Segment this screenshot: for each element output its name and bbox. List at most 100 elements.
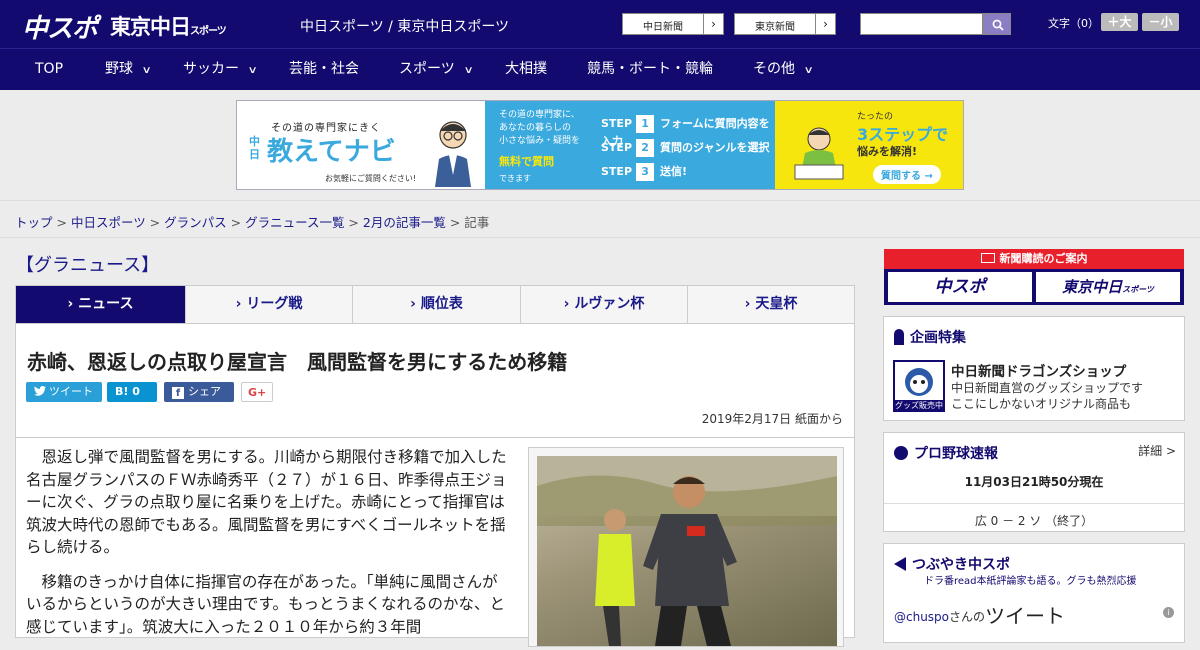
shop-title[interactable]: 中日新聞ドラゴンズショップ	[951, 360, 1126, 380]
font-smaller-button[interactable]: －小	[1142, 13, 1179, 31]
tab-news[interactable]: › ニュース	[16, 286, 185, 323]
nav-baseball[interactable]: 野球 ∨	[105, 49, 152, 90]
subscribe-chuspo-button[interactable]: 中スポ	[888, 272, 1032, 302]
nav-label: 野球	[105, 61, 133, 77]
ad-right-mid: 悩みを解消!	[857, 145, 918, 158]
score-row[interactable]: 広 0 － 2 ソ （終了）	[884, 503, 1184, 529]
chevron-right-icon: ›	[815, 14, 835, 34]
breadcrumb-chunichi-sports[interactable]: 中日スポーツ	[71, 215, 146, 230]
baseball-heading: プロ野球速報	[894, 443, 998, 463]
chevron-down-icon: ∨	[141, 65, 152, 76]
hatena-bookmark-button[interactable]: B! 0	[107, 382, 157, 402]
article-photo[interactable]	[537, 456, 837, 646]
ad-banner[interactable]: その道の専門家にきく 中日 教えてナビ お気軽にご質問ください! その道の専門家…	[236, 100, 964, 190]
facebook-share-button[interactable]: f シェア 3	[164, 382, 234, 418]
ad-mid-highlight: 無料で質問	[499, 155, 554, 168]
baseball-icon	[894, 446, 908, 460]
breadcrumb-sep: >	[52, 215, 71, 230]
breadcrumb-top[interactable]: トップ	[15, 215, 53, 230]
tab-levain-cup[interactable]: › ルヴァン杯	[520, 286, 687, 323]
ad-step-3: STEP 3 送信!	[601, 163, 687, 181]
top-header: 中スポ 東京中日スポーツ 中日スポーツ / 東京中日スポーツ 中日新聞 › 東京…	[0, 0, 1200, 48]
step-number: 1	[636, 115, 655, 133]
news-tabs: › ニュース › リーグ戦 › 順位表 › ルヴァン杯 › 天皇杯	[15, 285, 855, 324]
chevron-down-icon: ∨	[247, 65, 258, 76]
search-button[interactable]	[983, 13, 1011, 35]
tweet-heading: つぶやき中スポ	[894, 554, 1010, 574]
subscription-notice-label: 新聞購読のご案内	[999, 252, 1088, 265]
breadcrumb-gra-news-list[interactable]: グラニュース一覧	[245, 215, 344, 230]
tokyo-chunichi-logo-small: スポーツ	[190, 26, 227, 37]
score-timestamp: 11月03日21時50分現在	[964, 475, 1104, 489]
info-icon[interactable]: i	[1163, 607, 1174, 618]
nav-sports[interactable]: スポーツ ∨	[399, 49, 474, 90]
facebook-icon: f	[172, 387, 184, 399]
tab-emperors-cup[interactable]: › 天皇杯	[687, 286, 854, 323]
tweet-subtitle: ドラ番read本紙評論家も語る。グラも熱烈応援	[924, 576, 1137, 587]
tab-standings[interactable]: › 順位表	[352, 286, 520, 323]
tokyo-shimbun-button[interactable]: 東京新聞 ›	[734, 13, 836, 35]
google-plus-button[interactable]: G+	[241, 382, 273, 402]
tweet-san: さんの	[949, 610, 986, 624]
twitter-icon	[34, 386, 46, 396]
dragons-shop-image[interactable]: グッズ販売中	[893, 360, 945, 412]
step-number: 3	[636, 163, 655, 181]
ribbon-icon	[894, 329, 904, 345]
tokyo-chunichi-logo-text: 東京中日	[110, 15, 191, 39]
nav-soccer[interactable]: サッカー ∨	[183, 49, 258, 90]
ad-chunichi-mark: 中日	[249, 135, 260, 161]
tokyo-chunichi-logo[interactable]: 東京中日スポーツ	[110, 11, 227, 41]
tokyo-shimbun-label: 東京新聞	[755, 22, 795, 33]
chuspo-logo[interactable]: 中スポ	[22, 8, 98, 45]
nav-label: スポーツ	[399, 61, 455, 77]
ad-mid-small: できます	[499, 174, 531, 183]
search-input[interactable]	[860, 13, 983, 35]
nav-entertainment[interactable]: 芸能・社会	[289, 49, 359, 90]
step-word: STEP	[601, 141, 633, 154]
chevron-down-icon: ∨	[803, 65, 814, 76]
tweet-box: つぶやき中スポ ドラ番read本紙評論家も語る。グラも熱烈応援 @chuspoさ…	[883, 543, 1185, 643]
breadcrumb-grampus[interactable]: グランパス	[164, 215, 227, 230]
nav-sumo[interactable]: 大相撲	[505, 49, 547, 90]
nav-other[interactable]: その他 ∨	[753, 49, 814, 90]
article-headline: 赤崎、恩返しの点取り屋宣言 風間監督を男にするため移籍	[27, 350, 568, 374]
breadcrumb: トップ > 中日スポーツ > グランパス > グラニュース一覧 > 2月の記事一…	[15, 212, 489, 231]
section-title: 【グラニュース】	[16, 255, 160, 276]
ad-mid-text: その道の専門家に、 あなたの暮らしの 小さな悩み・疑問を	[499, 110, 581, 146]
tweet-word: ツイート	[985, 604, 1066, 628]
article-date: 2019年2月17日 紙面から	[701, 412, 843, 426]
font-size-label: 文字（0）	[1048, 17, 1099, 30]
nav-label: 大相撲	[505, 61, 547, 77]
person-laptop-icon	[794, 127, 844, 180]
tweet-title: つぶやき中スポ	[912, 557, 1010, 573]
tweet-label: ツイート	[49, 385, 93, 398]
nav-label: 芸能・社会	[289, 61, 359, 77]
site-names: 中日スポーツ / 東京中日スポーツ	[300, 19, 510, 35]
breadcrumb-feb-articles[interactable]: 2月の記事一覧	[363, 215, 446, 230]
font-larger-button[interactable]: ＋大	[1101, 13, 1138, 31]
dragons-mascot-icon: グッズ販売中	[895, 368, 943, 410]
tweet-handle[interactable]: @chuspo	[894, 610, 949, 624]
tweet-button[interactable]: ツイート	[26, 382, 102, 402]
subscription-notice: 新聞購読のご案内	[884, 249, 1184, 269]
article-paragraph: 移籍のきっかけ自体に指揮官の存在があった。「単純に風間さんがいるからというのが大…	[26, 572, 505, 636]
step-text: 送信!	[660, 165, 688, 178]
step-word: STEP	[601, 165, 633, 178]
article-photo-frame	[528, 447, 844, 647]
player-photo-illustration	[537, 456, 837, 646]
step-word: STEP	[601, 117, 633, 130]
chunichi-shimbun-button[interactable]: 中日新聞 ›	[622, 13, 724, 35]
article-body: 恩返し弾で風間監督を男にする。川崎から期限付き移籍で加入した名古屋グランパスのＦ…	[15, 438, 855, 647]
nav-racing[interactable]: 競馬・ボート・競輪	[587, 49, 713, 90]
nav-top[interactable]: TOP	[35, 49, 63, 90]
baseball-detail-link[interactable]: 詳細 >	[1138, 442, 1176, 459]
shop-desc-line: ここにしかないオリジナル商品も	[951, 397, 1132, 411]
ad-question-button[interactable]: 質問する →	[873, 165, 941, 184]
tab-league[interactable]: › リーグ戦	[185, 286, 352, 323]
article-text: 恩返し弾で風間監督を男にする。川崎から期限付き移籍で加入した名古屋グランパスのＦ…	[26, 446, 510, 650]
subscription-box[interactable]: 新聞購読のご案内 中スポ 東京中日スポーツ	[884, 249, 1184, 305]
shop-image-label: グッズ販売中	[895, 400, 943, 410]
ad-left-panel: その道の専門家にきく 中日 教えてナビ お気軽にご質問ください!	[237, 101, 485, 189]
subscribe-tokyo-chunichi-button[interactable]: 東京中日スポーツ	[1036, 272, 1180, 302]
advisor-illustration-icon	[435, 121, 471, 187]
